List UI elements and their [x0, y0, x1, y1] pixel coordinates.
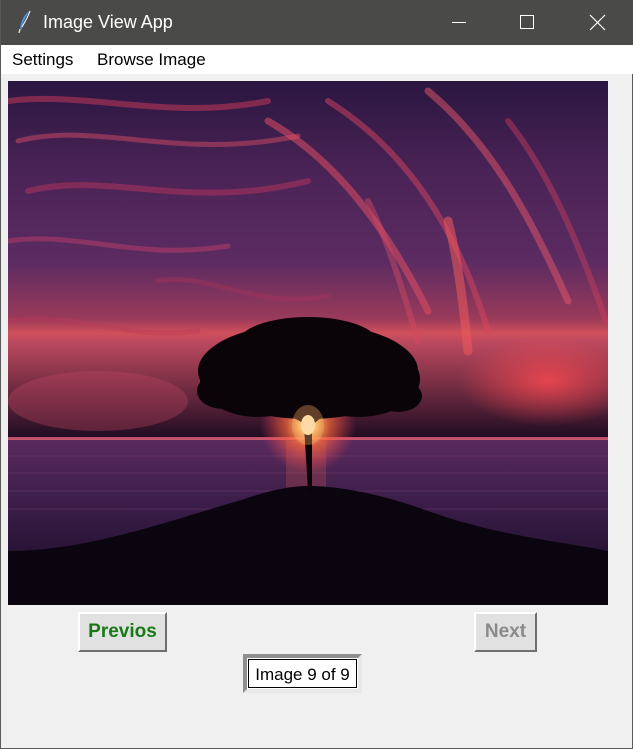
menu-settings[interactable]: Settings — [10, 50, 75, 70]
maximize-button[interactable] — [504, 0, 550, 45]
maximize-icon — [520, 15, 534, 29]
close-button[interactable] — [574, 0, 620, 45]
image-counter-frame: Image 9 of 9 — [248, 659, 357, 688]
minimize-icon — [452, 22, 466, 23]
minimize-button[interactable] — [436, 0, 482, 45]
feather-icon — [15, 10, 35, 34]
sunset-tree-image — [8, 81, 608, 605]
next-button[interactable]: Next — [474, 612, 537, 652]
image-counter: Image 9 of 9 — [243, 654, 362, 693]
menu-bar: Settings Browse Image — [1, 45, 633, 74]
title-bar[interactable]: Image View App — [1, 0, 633, 45]
image-counter-text: Image 9 of 9 — [255, 665, 350, 684]
window-title: Image View App — [43, 12, 173, 32]
close-icon — [589, 14, 606, 31]
menu-browse-image[interactable]: Browse Image — [95, 50, 208, 70]
image-display — [8, 81, 608, 605]
previous-button[interactable]: Previos — [78, 612, 167, 652]
app-window: Image View App Settings Browse Image Pre… — [0, 0, 633, 749]
